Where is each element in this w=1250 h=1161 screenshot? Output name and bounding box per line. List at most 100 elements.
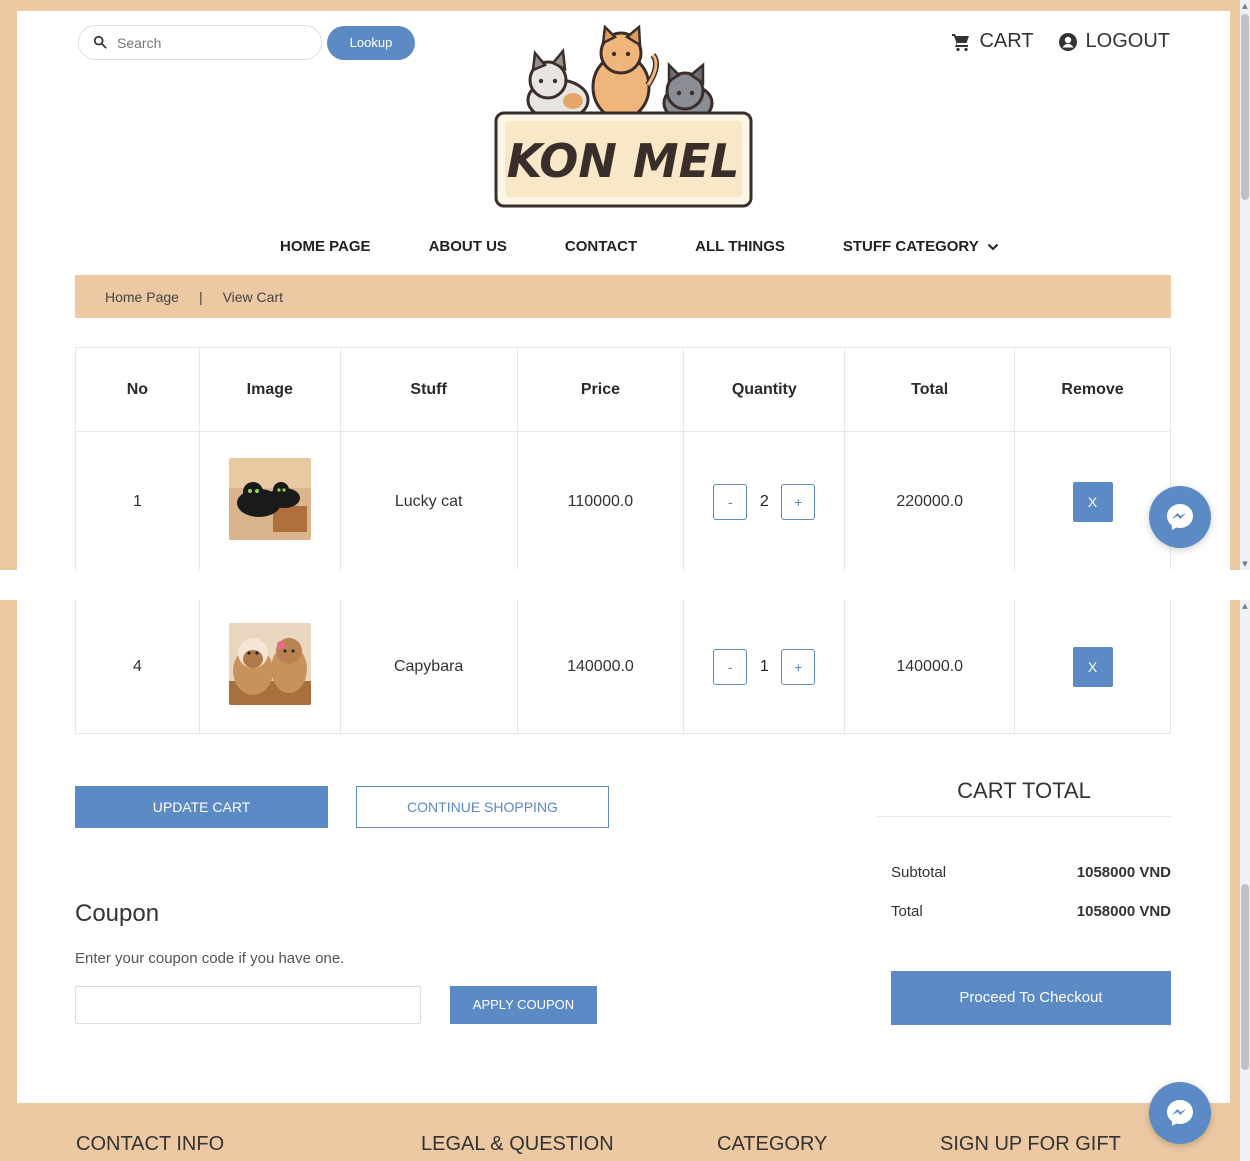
total-row: Total 1058000 VND [891, 903, 1171, 920]
header-remove: Remove [1014, 347, 1171, 432]
nav-about-us[interactable]: ABOUT US [429, 238, 507, 255]
row-remove-cell: X [1014, 600, 1171, 734]
logo-text: KON MEL [507, 134, 740, 188]
table-header-row: No Image Stuff Price Quantity Total Remo… [75, 347, 1171, 432]
header-quantity: Quantity [683, 347, 846, 432]
logout-label: LOGOUT [1085, 30, 1170, 52]
scroll-thumb[interactable] [1241, 14, 1249, 200]
nav-all-things[interactable]: ALL THINGS [695, 238, 785, 255]
subtotal-row: Subtotal 1058000 VND [891, 864, 1171, 881]
subtotal-label: Subtotal [891, 864, 947, 881]
breadcrumb-home-link[interactable]: Home Page [105, 289, 179, 305]
messenger-chat-button[interactable] [1149, 486, 1211, 548]
quantity-value[interactable]: 1 [747, 649, 781, 685]
scroll-down-icon[interactable]: ▼ [1241, 560, 1249, 568]
page-frame-right [1230, 0, 1240, 570]
coupon-description: Enter your coupon code if you have one. [75, 950, 345, 967]
product-image-lucky-cat[interactable] [228, 458, 311, 540]
header-price: Price [516, 347, 685, 432]
increase-button[interactable]: + [781, 648, 816, 685]
cart-link[interactable]: CART [951, 30, 1034, 53]
row-no: 4 [75, 600, 200, 734]
footer: CONTACT INFO LEGAL & QUESTION CATEGORY S… [0, 1103, 1240, 1161]
nav-stuff-category[interactable]: STUFF CATEGORY [843, 238, 999, 255]
row-quantity-cell: - 1 + [683, 600, 846, 734]
nav-contact[interactable]: CONTACT [565, 238, 637, 255]
subtotal-value: 1058000 VND [1076, 864, 1171, 881]
proceed-to-checkout-button[interactable]: Proceed To Checkout [891, 971, 1171, 1025]
nav-home-page[interactable]: HOME PAGE [280, 238, 371, 255]
total-value: 1058000 VND [1076, 903, 1171, 920]
scroll-up-icon[interactable]: ▲ [1241, 602, 1249, 610]
scrollbar[interactable]: ▲ ▼ [1240, 0, 1250, 570]
row-remove-cell: X [1014, 431, 1171, 570]
decrease-button[interactable]: - [713, 648, 748, 685]
search-box[interactable] [78, 25, 322, 60]
continue-shopping-button[interactable]: CONTINUE SHOPPING [356, 786, 609, 828]
scroll-thumb[interactable] [1241, 884, 1249, 1070]
update-cart-button[interactable]: UPDATE CART [75, 786, 328, 828]
messenger-chat-button[interactable] [1149, 1082, 1211, 1144]
total-label: Total [891, 903, 923, 920]
messenger-icon [1167, 1100, 1193, 1126]
account-links: CART LOGOUT [951, 30, 1170, 53]
scroll-up-icon[interactable]: ▲ [1241, 2, 1249, 10]
logout-link[interactable]: LOGOUT [1058, 30, 1170, 53]
cart-table-continued: 4 Capybara 140000.0 - 1 + 140000.0 X [75, 600, 1171, 734]
cats-illustration [526, 25, 714, 123]
remove-button[interactable]: X [1072, 646, 1113, 687]
footer-sign-up-for-gift: SIGN UP FOR GIFT [940, 1133, 1121, 1155]
coupon-code-input[interactable] [75, 986, 421, 1024]
search-icon [93, 35, 107, 49]
footer-contact-info: CONTACT INFO [76, 1133, 225, 1155]
search-input[interactable] [117, 32, 307, 54]
row-price: 110000.0 [516, 431, 685, 570]
remove-button[interactable]: X [1072, 481, 1113, 522]
page-frame-top [0, 0, 1240, 11]
quantity-value[interactable]: 2 [747, 484, 781, 520]
cart-icon [952, 33, 970, 51]
row-image-cell [198, 600, 341, 734]
main-nav: HOME PAGE ABOUT US CONTACT ALL THINGS ST… [280, 238, 1057, 255]
breadcrumb: Home Page | View Cart [75, 275, 1171, 318]
row-price: 140000.0 [516, 600, 685, 734]
messenger-icon [1167, 504, 1193, 530]
quantity-stepper: - 1 + [713, 648, 816, 685]
table-row: 4 Capybara 140000.0 - 1 + 140000.0 X [75, 600, 1171, 734]
scrollbar[interactable]: ▲ [1240, 600, 1250, 1161]
breadcrumb-current: View Cart [222, 288, 284, 305]
header-image: Image [198, 347, 341, 432]
row-quantity-cell: - 2 + [683, 431, 846, 570]
user-circle-icon [1058, 32, 1077, 51]
apply-coupon-button[interactable]: APPLY COUPON [450, 986, 597, 1024]
bottom-viewport: ▲ 4 Capybara 140000.0 - 1 + 140000.0 X U… [0, 600, 1250, 1161]
cart-label: CART [979, 30, 1034, 52]
breadcrumb-separator: | [198, 288, 203, 305]
cart-table: No Image Stuff Price Quantity Total Remo… [75, 347, 1171, 570]
table-row: 1 Lucky cat 110000.0 - 2 + 220000.0 X [75, 431, 1171, 570]
row-stuff: Capybara [339, 600, 518, 734]
screenshot-gap [0, 570, 1250, 600]
footer-category: CATEGORY [717, 1133, 828, 1155]
page-frame-right [1230, 600, 1240, 1161]
cart-total-title: CART TOTAL [877, 778, 1171, 817]
top-viewport: ▲ ▼ Lookup CART LOGOUT [0, 0, 1250, 570]
row-total: 140000.0 [844, 600, 1016, 734]
lookup-button[interactable]: Lookup [327, 26, 415, 60]
row-image-cell [198, 431, 341, 570]
row-stuff: Lucky cat [339, 431, 518, 570]
row-total: 220000.0 [844, 431, 1016, 570]
header-no: No [75, 347, 200, 432]
coupon-title: Coupon [75, 900, 160, 927]
increase-button[interactable]: + [781, 483, 816, 520]
page-frame-left [0, 600, 17, 1161]
brand-logo[interactable]: KON MEL [493, 25, 755, 210]
page-frame-left [0, 0, 17, 570]
chevron-down-icon [987, 243, 998, 250]
footer-legal-question: LEGAL & QUESTION [421, 1133, 614, 1155]
product-image-capybara[interactable] [228, 623, 311, 705]
row-no: 1 [75, 431, 200, 570]
header-stuff: Stuff [339, 347, 518, 432]
decrease-button[interactable]: - [713, 483, 748, 520]
quantity-stepper: - 2 + [713, 483, 816, 520]
